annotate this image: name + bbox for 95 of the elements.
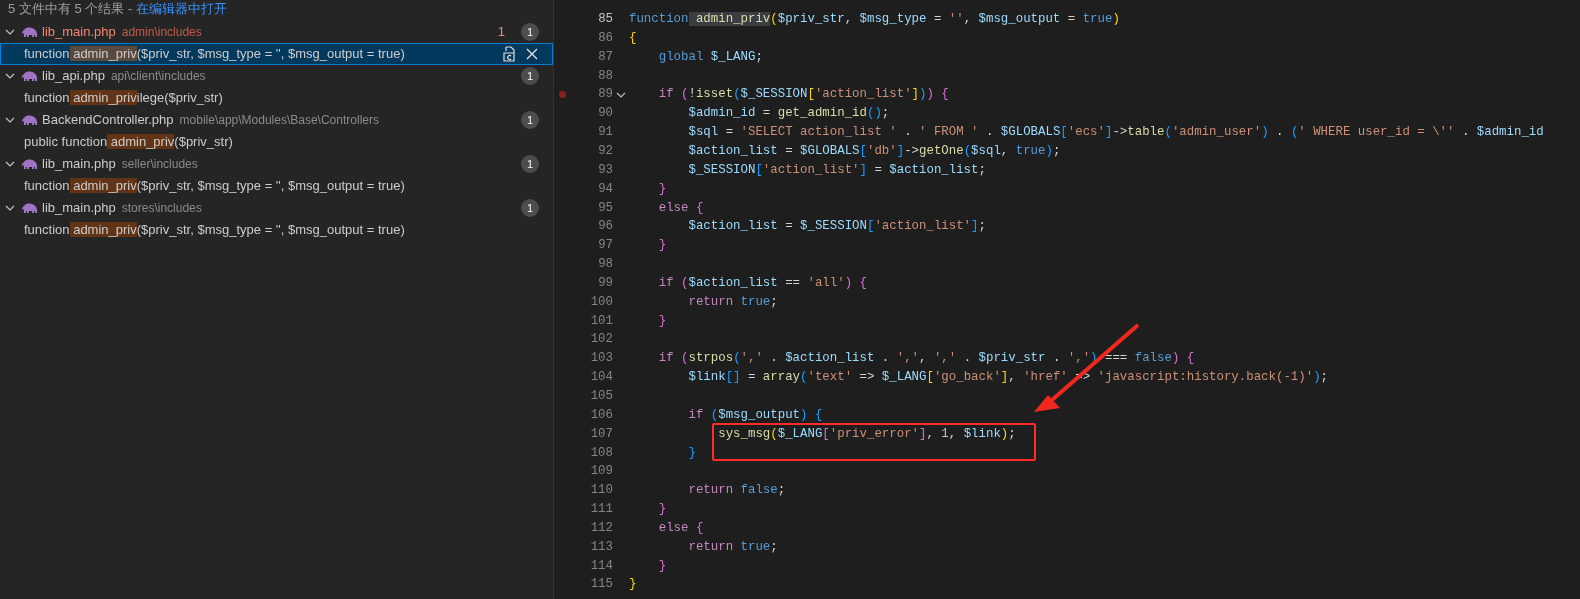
elephant-icon <box>22 158 38 170</box>
line-number: 109 <box>589 463 613 481</box>
file-result-row[interactable]: lib_api.php api\client\includes 1 <box>0 65 553 87</box>
code-line: else { <box>657 199 704 217</box>
code-line: } <box>657 501 667 519</box>
line-number: 93 <box>597 161 613 179</box>
file-name: lib_main.php <box>42 23 116 42</box>
code-line: } <box>687 444 696 462</box>
code-line: } <box>657 180 667 198</box>
line-number: 102 <box>589 331 613 349</box>
open-in-editor-link[interactable]: 在编辑器中打开 <box>136 0 228 19</box>
code-line: } <box>657 557 667 575</box>
match-text: function admin_priv($priv_str, $msg_type = '', $msg_output = true) <box>24 45 405 64</box>
match-count-badge: 1 <box>521 23 539 41</box>
match-text: function admin_privilege($priv_str) <box>24 89 223 108</box>
line-number: 106 <box>589 406 613 424</box>
line-number: 115 <box>589 576 613 594</box>
code-line: $action_list = $_SESSION['action_list']; <box>687 218 986 236</box>
match-count-badge: 1 <box>521 199 539 217</box>
elephant-icon <box>22 114 38 126</box>
code-line: return false; <box>687 482 786 500</box>
line-number: 103 <box>589 350 613 368</box>
code-line: } <box>657 237 667 255</box>
line-number: 98 <box>597 256 613 274</box>
match-count-badge: 1 <box>521 155 539 173</box>
match-count-badge: 1 <box>521 67 539 85</box>
file-name: lib_api.php <box>42 67 105 86</box>
search-match-row[interactable]: function admin_priv($priv_str, $msg_type = '', $msg_output = true) <box>0 43 553 65</box>
file-path: stores\includes <box>121 200 202 217</box>
file-result-row[interactable]: lib_main.php seller\includes 1 <box>0 153 553 175</box>
elephant-icon <box>22 70 38 82</box>
search-match-row[interactable]: function admin_priv($priv_str, $msg_type = '', $msg_output = true) <box>0 219 553 241</box>
line-number: 101 <box>589 312 613 330</box>
line-number: 86 <box>597 29 613 47</box>
code-line: } <box>629 576 637 594</box>
line-number: 85 <box>597 11 613 29</box>
match-text: function admin_priv($priv_str, $msg_type = '', $msg_output = true) <box>24 177 405 196</box>
elephant-icon <box>22 202 38 214</box>
code-line: $admin_id = get_admin_id(); <box>687 105 890 123</box>
file-path: mobile\app\Modules\Base\Controllers <box>179 112 379 129</box>
line-number: 100 <box>589 293 613 311</box>
code-line: else { <box>657 519 704 537</box>
line-number: 110 <box>589 482 613 500</box>
replace-icon <box>502 46 516 62</box>
line-number: 105 <box>589 388 613 405</box>
search-match-row[interactable]: function admin_privilege($priv_str) <box>0 87 553 109</box>
file-path: admin\includes <box>121 24 202 41</box>
code-line: if ($action_list == 'all') { <box>657 274 867 292</box>
code-line: function admin_priv($priv_str, $msg_type = '', $msg_output = true) <box>629 11 1120 29</box>
line-number: 111 <box>589 501 613 519</box>
elephant-icon <box>22 26 38 38</box>
match-text: public function admin_priv($priv_str) <box>24 133 233 152</box>
line-number: 96 <box>597 218 613 236</box>
line-number: 88 <box>597 67 613 85</box>
match-count-badge: 1 <box>521 111 539 129</box>
file-result-row[interactable]: BackendController.php mobile\app\Modules\Base\Controllers 1 <box>0 109 553 131</box>
code-line: global $_LANG; <box>657 48 763 66</box>
code-line: $_SESSION['action_list'] = $action_list; <box>687 161 986 179</box>
line-number: 112 <box>589 519 613 537</box>
file-result-row[interactable]: lib_main.php admin\includes 1 1 <box>0 21 553 43</box>
line-number: 90 <box>597 105 613 123</box>
line-number: 87 <box>597 48 613 66</box>
line-number: 97 <box>597 237 613 255</box>
line-number: 108 <box>589 444 613 462</box>
match-text: function admin_priv($priv_str, $msg_type = '', $msg_output = true) <box>24 221 405 240</box>
search-match-row[interactable]: function admin_priv($priv_str, $msg_type = '', $msg_output = true) <box>0 175 553 197</box>
search-match-row[interactable]: public function admin_priv($priv_str) <box>0 131 553 153</box>
line-number: 114 <box>589 557 613 575</box>
line-number: 89 <box>597 86 613 104</box>
line-number: 99 <box>597 274 613 292</box>
close-icon <box>526 48 538 60</box>
code-line: if (!isset($_SESSION['action_list'])) { <box>657 86 949 104</box>
file-name: lib_main.php <box>42 155 116 174</box>
file-result-row[interactable]: lib_main.php stores\includes 1 <box>0 197 553 219</box>
line-number: 91 <box>597 124 613 142</box>
line-number: 94 <box>597 180 613 198</box>
file-path: seller\includes <box>121 156 198 173</box>
code-line: if ($msg_output) { <box>687 406 823 424</box>
file-path: api\client\includes <box>110 68 206 85</box>
problem-count: 1 <box>497 23 505 42</box>
code-line: { <box>629 29 637 47</box>
results-summary: 5 文件中有 5 个结果 - <box>8 0 133 18</box>
line-number: 113 <box>589 538 613 556</box>
line-number: 104 <box>589 369 613 387</box>
file-name: lib_main.php <box>42 199 116 218</box>
code-line: $action_list = $GLOBALS['db']->getOne($sql, true); <box>687 143 1061 160</box>
line-number: 95 <box>597 199 613 217</box>
code-line: return true; <box>687 538 778 556</box>
line-number: 92 <box>597 143 613 160</box>
code-line: } <box>657 312 667 330</box>
code-line: $sql = 'SELECT action_list ' . ' FROM ' . $GLOBALS['ecs']->table('admin_user') . (' WHERE user_id = \'' . $admin_id <box>687 124 1544 142</box>
code-line: sys_msg($_LANG['priv_error'], 1, $link); <box>717 425 1016 443</box>
code-line: return true; <box>687 293 778 311</box>
file-name: BackendController.php <box>42 111 174 130</box>
line-number: 107 <box>589 425 613 443</box>
